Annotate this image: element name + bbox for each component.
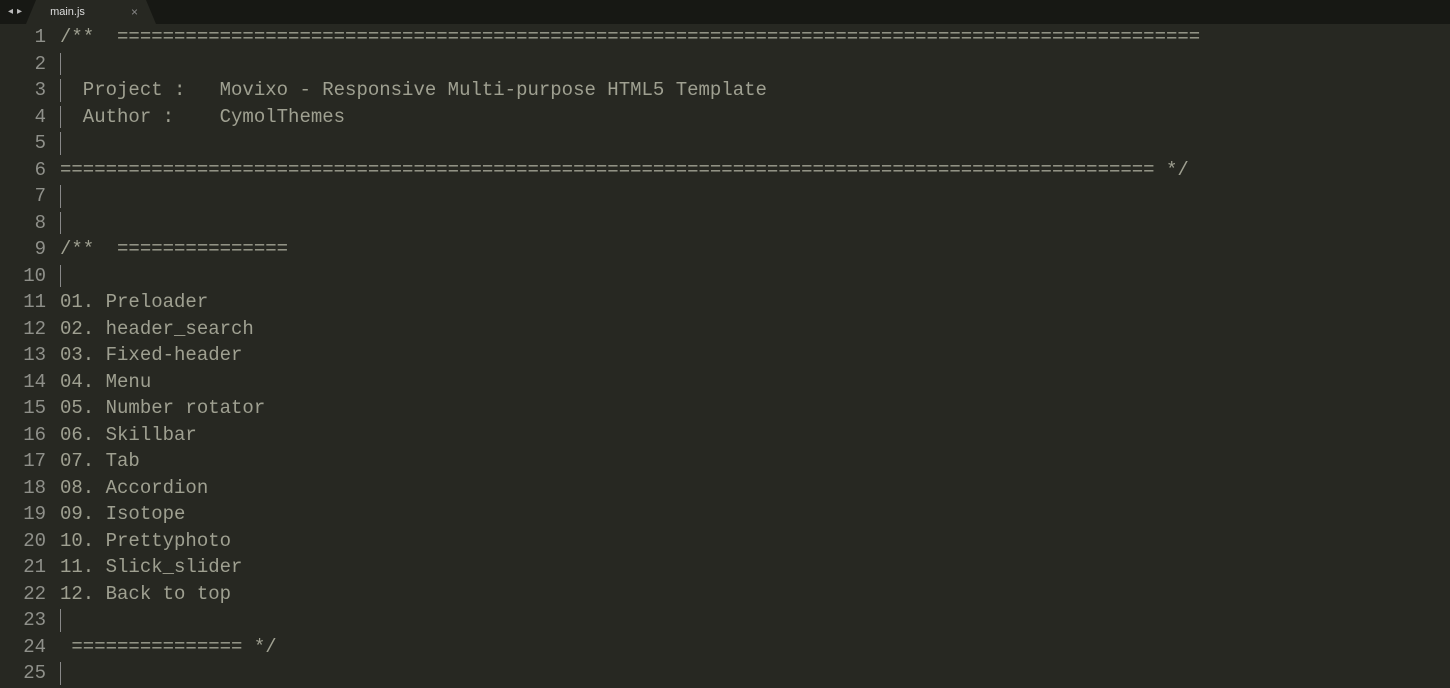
line-number: 7 (0, 183, 46, 210)
line-number: 13 (0, 342, 46, 369)
line-number: 3 (0, 77, 46, 104)
file-tab[interactable]: main.js × (36, 0, 146, 24)
line-number: 17 (0, 448, 46, 475)
line-number: 12 (0, 316, 46, 343)
line-number: 25 (0, 660, 46, 687)
code-line[interactable]: 12. Back to top (60, 581, 1450, 608)
line-number: 15 (0, 395, 46, 422)
file-tab-label: main.js (50, 6, 85, 18)
code-line[interactable]: 11. Slick_slider (60, 554, 1450, 581)
code-line[interactable]: 02. header_search (60, 316, 1450, 343)
line-number: 19 (0, 501, 46, 528)
code-line[interactable]: 10. Prettyphoto (60, 528, 1450, 555)
code-line[interactable]: /** ====================================… (60, 24, 1450, 51)
code-line[interactable]: 03. Fixed-header (60, 342, 1450, 369)
line-number: 1 (0, 24, 46, 51)
code-line[interactable]: 06. Skillbar (60, 422, 1450, 449)
line-number: 20 (0, 528, 46, 555)
editor: 1234567891011121314151617181920212223242… (0, 24, 1450, 688)
tab-bar: ◂ ▸ main.js × (0, 0, 1450, 24)
tab-nav-prev-icon[interactable]: ◂ (8, 7, 13, 17)
code-line[interactable]: ========================================… (60, 157, 1450, 184)
code-line[interactable]: 04. Menu (60, 369, 1450, 396)
line-number: 2 (0, 51, 46, 78)
code-line[interactable] (60, 660, 1450, 687)
code-line[interactable]: 09. Isotope (60, 501, 1450, 528)
code-line[interactable] (60, 183, 1450, 210)
code-line[interactable] (60, 51, 1450, 78)
code-line[interactable]: 01. Preloader (60, 289, 1450, 316)
line-number: 23 (0, 607, 46, 634)
code-line[interactable]: /** =============== (60, 236, 1450, 263)
tab-nav-next-icon[interactable]: ▸ (17, 7, 22, 17)
line-number: 22 (0, 581, 46, 608)
line-number-gutter: 1234567891011121314151617181920212223242… (0, 24, 58, 688)
line-number: 8 (0, 210, 46, 237)
code-line[interactable]: =============== */ (60, 634, 1450, 661)
code-line[interactable] (60, 263, 1450, 290)
line-number: 16 (0, 422, 46, 449)
line-number: 6 (0, 157, 46, 184)
code-line[interactable]: 07. Tab (60, 448, 1450, 475)
code-line[interactable]: Author : CymolThemes (60, 104, 1450, 131)
code-line[interactable]: Project : Movixo - Responsive Multi-purp… (60, 77, 1450, 104)
code-line[interactable]: 05. Number rotator (60, 395, 1450, 422)
line-number: 11 (0, 289, 46, 316)
code-area[interactable]: /** =============== =====================… (58, 24, 1450, 688)
line-number: 9 (0, 236, 46, 263)
line-number: 10 (0, 263, 46, 290)
line-number: 24 (0, 634, 46, 661)
code-line[interactable]: 08. Accordion (60, 475, 1450, 502)
code-line[interactable] (60, 130, 1450, 157)
code-line[interactable] (60, 607, 1450, 634)
line-number: 21 (0, 554, 46, 581)
line-number: 18 (0, 475, 46, 502)
close-icon[interactable]: × (131, 6, 138, 18)
code-line[interactable] (60, 210, 1450, 237)
line-number: 14 (0, 369, 46, 396)
line-number: 5 (0, 130, 46, 157)
line-number: 4 (0, 104, 46, 131)
